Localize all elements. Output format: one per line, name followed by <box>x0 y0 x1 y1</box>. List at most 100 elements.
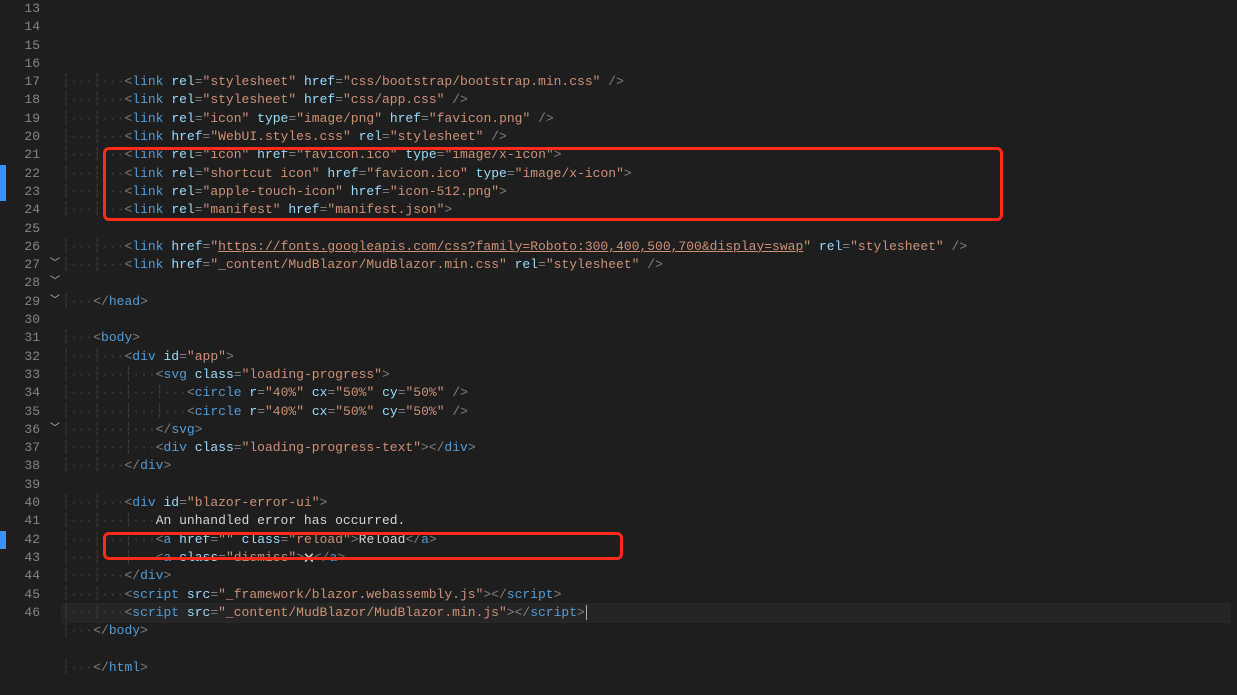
text-cursor <box>586 605 587 620</box>
fold-marker <box>48 73 62 91</box>
code-line[interactable]: ┆···┆···<link rel="stylesheet" href="css… <box>62 73 1237 91</box>
code-line[interactable] <box>62 274 1237 292</box>
code-line[interactable]: ┆···┆···</div> <box>62 567 1237 585</box>
fold-marker[interactable]: ﹀ <box>48 421 62 439</box>
line-number: 19 <box>6 110 40 128</box>
code-line[interactable]: ┆···┆···<link rel="shortcut icon" href="… <box>62 165 1237 183</box>
line-number: 32 <box>6 348 40 366</box>
line-number: 45 <box>6 586 40 604</box>
code-line[interactable]: ┆···┆···┆···<a href="" class="reload">Re… <box>62 531 1237 549</box>
code-line[interactable]: ┆···┆···<script src="_framework/blazor.w… <box>62 586 1237 604</box>
line-number: 39 <box>6 476 40 494</box>
line-number: 36 <box>6 421 40 439</box>
code-editor[interactable]: 1314151617181920212223242526272829303132… <box>0 0 1237 637</box>
code-line[interactable]: ┆···</body> <box>62 622 1237 640</box>
code-line[interactable]: ┆···┆···┆···┆···<circle r="40%" cx="50%"… <box>62 403 1237 421</box>
fold-marker <box>48 403 62 421</box>
code-line[interactable]: ┆···┆···<link rel="icon" href="favicon.i… <box>62 146 1237 164</box>
code-line[interactable]: ┆···┆···<link href="WebUI.styles.css" re… <box>62 128 1237 146</box>
line-number: 35 <box>6 403 40 421</box>
code-line[interactable]: ┆···</html> <box>62 659 1237 677</box>
fold-marker <box>48 37 62 55</box>
line-number: 18 <box>6 91 40 109</box>
fold-marker <box>48 311 62 329</box>
code-line[interactable] <box>62 311 1237 329</box>
fold-marker <box>48 586 62 604</box>
code-line[interactable]: ┆···┆···┆···</svg> <box>62 421 1237 439</box>
scrollbar[interactable] <box>1231 0 1237 637</box>
code-area[interactable]: ┆···┆···<link rel="stylesheet" href="css… <box>62 0 1237 637</box>
line-number: 29 <box>6 293 40 311</box>
fold-marker <box>48 439 62 457</box>
fold-marker <box>48 348 62 366</box>
line-number: 44 <box>6 567 40 585</box>
line-number: 24 <box>6 201 40 219</box>
fold-marker <box>48 91 62 109</box>
code-line[interactable]: ┆···┆···<div id="app"> <box>62 348 1237 366</box>
line-number: 27 <box>6 256 40 274</box>
line-number: 33 <box>6 366 40 384</box>
code-line[interactable] <box>62 677 1237 695</box>
line-number: 28 <box>6 274 40 292</box>
line-number: 42 <box>6 531 40 549</box>
fold-marker <box>48 476 62 494</box>
code-line[interactable]: ┆···</head> <box>62 293 1237 311</box>
code-line[interactable]: ┆···┆···</div> <box>62 457 1237 475</box>
fold-marker[interactable]: ﹀ <box>48 293 62 311</box>
fold-marker <box>48 512 62 530</box>
code-line[interactable]: ┆···┆···┆···<div class="loading-progress… <box>62 439 1237 457</box>
fold-marker <box>48 329 62 347</box>
fold-marker[interactable]: ﹀ <box>48 274 62 292</box>
line-number: 25 <box>6 220 40 238</box>
fold-marker <box>48 55 62 73</box>
line-number: 20 <box>6 128 40 146</box>
fold-marker <box>48 183 62 201</box>
fold-marker <box>48 0 62 18</box>
line-number: 16 <box>6 55 40 73</box>
line-number: 21 <box>6 146 40 164</box>
fold-marker[interactable]: ﹀ <box>48 256 62 274</box>
code-line[interactable]: ┆···┆···<div id="blazor-error-ui"> <box>62 494 1237 512</box>
fold-marker <box>48 567 62 585</box>
line-number-gutter: 1314151617181920212223242526272829303132… <box>6 0 48 637</box>
line-number: 30 <box>6 311 40 329</box>
code-line[interactable]: ┆···┆···┆···<svg class="loading-progress… <box>62 366 1237 384</box>
fold-marker <box>48 549 62 567</box>
line-number: 43 <box>6 549 40 567</box>
code-line[interactable]: ┆···┆···┆···┆···<circle r="40%" cx="50%"… <box>62 384 1237 402</box>
line-number: 13 <box>6 0 40 18</box>
code-line[interactable]: ┆···┆···┆···An unhandled error has occur… <box>62 512 1237 530</box>
line-number: 37 <box>6 439 40 457</box>
code-line[interactable] <box>62 640 1237 658</box>
chevron-down-icon[interactable]: ﹀ <box>50 256 60 274</box>
fold-marker <box>48 366 62 384</box>
fold-marker <box>48 165 62 183</box>
line-number: 17 <box>6 73 40 91</box>
fold-marker <box>48 494 62 512</box>
code-line[interactable]: ┆···┆···<link href="_content/MudBlazor/M… <box>62 256 1237 274</box>
line-number: 40 <box>6 494 40 512</box>
code-line[interactable]: ┆···┆···┆···<a class="dismiss">🗙</a> <box>62 549 1237 567</box>
fold-marker <box>48 201 62 219</box>
line-number: 46 <box>6 604 40 622</box>
code-line[interactable]: ┆···┆···<link rel="manifest" href="manif… <box>62 201 1237 219</box>
code-line[interactable]: ┆···┆···<link rel="apple-touch-icon" hre… <box>62 183 1237 201</box>
code-line[interactable]: ┆···┆···<link rel="icon" type="image/png… <box>62 110 1237 128</box>
code-line[interactable] <box>62 220 1237 238</box>
line-number: 22 <box>6 165 40 183</box>
code-line[interactable]: ┆···┆···<link rel="stylesheet" href="css… <box>62 91 1237 109</box>
fold-marker <box>48 238 62 256</box>
chevron-down-icon[interactable]: ﹀ <box>50 274 60 292</box>
code-line[interactable]: ┆···┆···<link href="https://fonts.google… <box>62 238 1237 256</box>
fold-marker <box>48 531 62 549</box>
chevron-down-icon[interactable]: ﹀ <box>50 421 60 439</box>
fold-gutter[interactable]: ﹀﹀﹀﹀ <box>48 0 62 637</box>
fold-marker <box>48 110 62 128</box>
code-line[interactable] <box>62 476 1237 494</box>
code-line[interactable]: ┆···<body> <box>62 329 1237 347</box>
fold-marker <box>48 18 62 36</box>
line-number: 34 <box>6 384 40 402</box>
chevron-down-icon[interactable]: ﹀ <box>50 293 60 311</box>
fold-marker <box>48 220 62 238</box>
code-line[interactable]: ┆···┆···<script src="_content/MudBlazor/… <box>62 604 1237 622</box>
